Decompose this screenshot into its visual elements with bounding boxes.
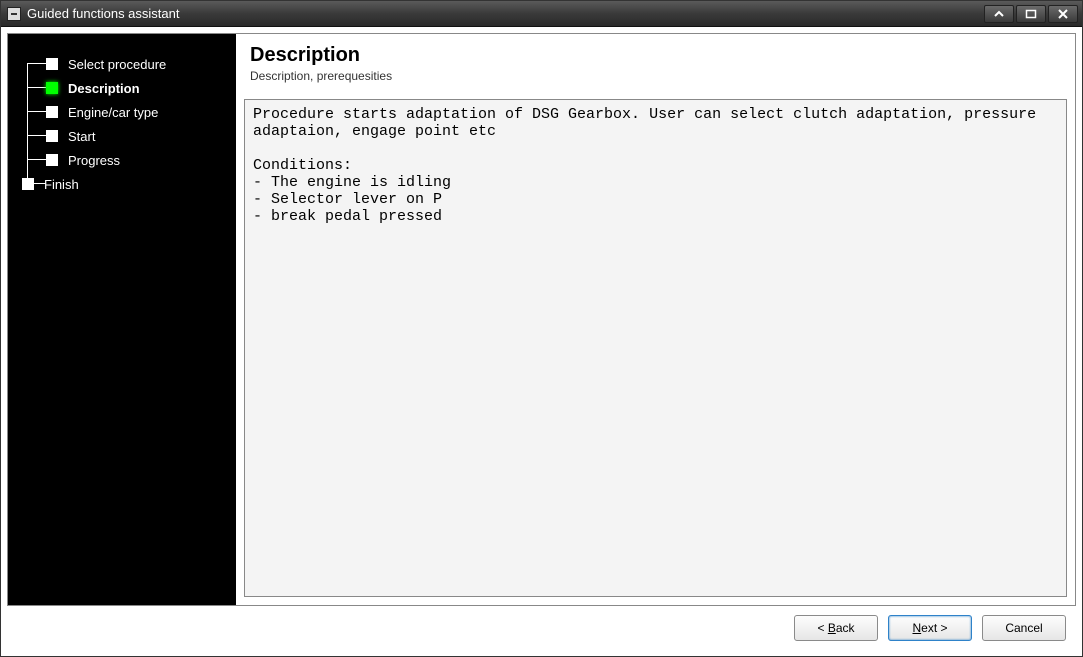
cancel-button[interactable]: Cancel: [982, 615, 1066, 641]
next-button[interactable]: Next >: [888, 615, 972, 641]
step-description[interactable]: Description: [8, 76, 236, 100]
back-hotkey: B: [828, 621, 836, 635]
step-start[interactable]: Start: [8, 124, 236, 148]
step-marker-icon: [22, 178, 34, 190]
main-panel: Description Description, prerequesities …: [236, 34, 1075, 605]
wizard-sidebar: Select procedure Description Engine/car …: [8, 34, 236, 605]
app-icon: [7, 7, 21, 21]
maximize-icon: [1025, 9, 1037, 19]
step-marker-icon: [46, 154, 58, 166]
window-frame: Guided functions assistant: [0, 0, 1083, 657]
page-title: Description: [250, 44, 1061, 67]
step-label: Description: [68, 81, 140, 96]
step-label: Engine/car type: [68, 105, 158, 120]
titlebar[interactable]: Guided functions assistant: [1, 1, 1082, 27]
step-marker-icon: [46, 82, 58, 94]
step-marker-icon: [46, 106, 58, 118]
back-button[interactable]: < Back: [794, 615, 878, 641]
step-label: Start: [68, 129, 95, 144]
content-row: Select procedure Description Engine/car …: [7, 33, 1076, 606]
step-label: Select procedure: [68, 57, 166, 72]
wizard-button-row: < Back Next > Cancel: [7, 606, 1076, 650]
window-title: Guided functions assistant: [27, 6, 984, 21]
close-icon: [1057, 9, 1069, 19]
window-body: Select procedure Description Engine/car …: [1, 27, 1082, 656]
description-textarea[interactable]: Procedure starts adaptation of DSG Gearb…: [244, 99, 1067, 597]
step-engine-car-type[interactable]: Engine/car type: [8, 100, 236, 124]
step-label: Finish: [44, 177, 79, 192]
back-rest: ack: [836, 621, 855, 635]
next-rest: ext >: [921, 621, 947, 635]
close-button[interactable]: [1048, 5, 1078, 23]
main-header: Description Description, prerequesities: [236, 34, 1075, 89]
step-select-procedure[interactable]: Select procedure: [8, 52, 236, 76]
step-finish[interactable]: Finish: [8, 172, 236, 196]
step-marker-icon: [46, 58, 58, 70]
minimize-restore-up-button[interactable]: [984, 5, 1014, 23]
step-progress[interactable]: Progress: [8, 148, 236, 172]
step-marker-icon: [46, 130, 58, 142]
chevron-up-icon: [993, 9, 1005, 19]
maximize-button[interactable]: [1016, 5, 1046, 23]
next-hotkey: N: [912, 621, 921, 635]
back-prefix: <: [817, 621, 827, 635]
page-subtitle: Description, prerequesities: [250, 69, 1061, 83]
step-label: Progress: [68, 153, 120, 168]
wizard-steps-tree: Select procedure Description Engine/car …: [8, 52, 236, 196]
titlebar-buttons: [984, 5, 1082, 23]
